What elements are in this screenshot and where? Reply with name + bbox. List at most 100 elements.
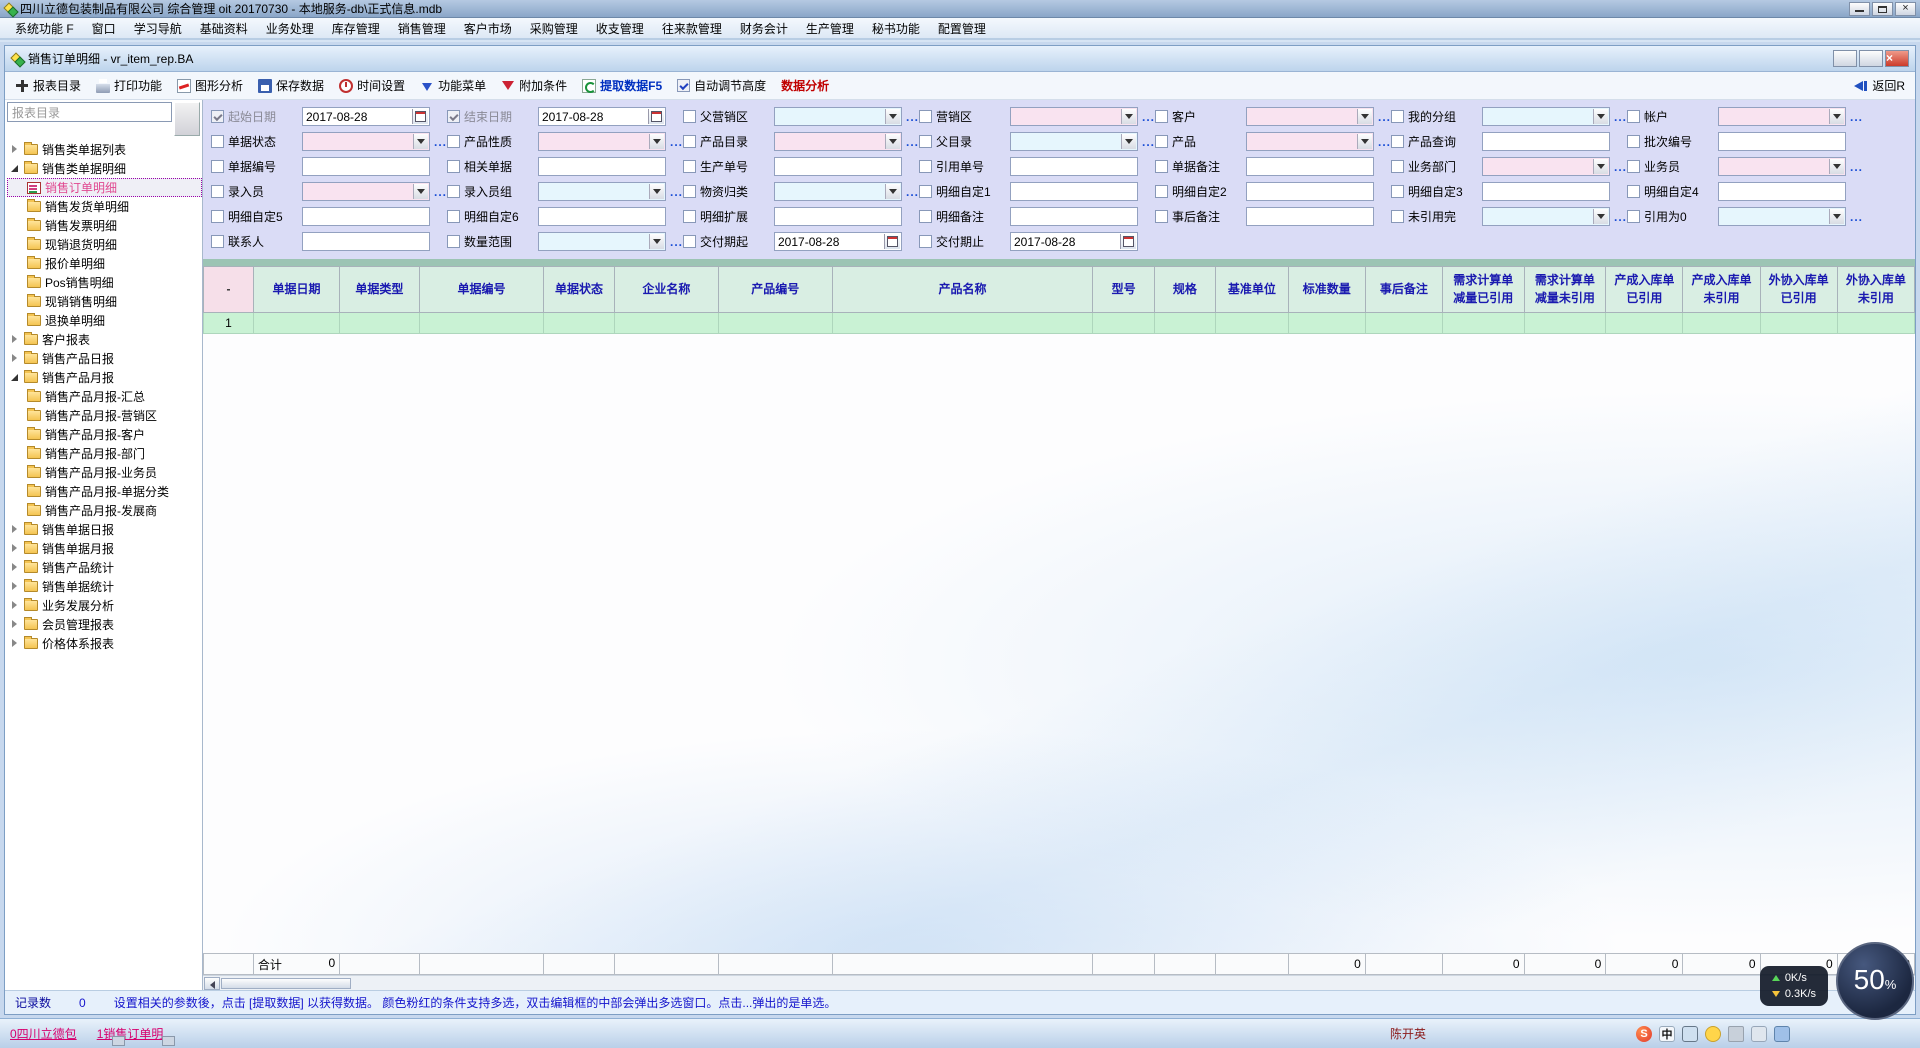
checkbox-生产单号[interactable] [683, 160, 696, 173]
filter-field-单据备注[interactable] [1246, 157, 1374, 176]
ime-tray-icon[interactable]: 中 [1659, 1026, 1675, 1042]
tree-item-17[interactable]: 销售产品月报-业务员 [7, 463, 202, 482]
dropdown-arrow-icon[interactable] [1593, 209, 1608, 224]
more-button[interactable]: ... [1614, 210, 1627, 224]
dropdown-arrow-icon[interactable] [885, 184, 900, 199]
checkbox-引用单号[interactable] [919, 160, 932, 173]
network-tray-icon[interactable] [1682, 1026, 1698, 1042]
filter-field-父目录[interactable] [1010, 132, 1138, 151]
network-speed-widget[interactable]: 0K/s 0.3K/s [1760, 966, 1828, 1006]
dropdown-arrow-icon[interactable] [649, 184, 664, 199]
checkbox-父营销区[interactable] [683, 110, 696, 123]
filter-field-联系人[interactable] [302, 232, 430, 251]
table-row[interactable]: 1 [204, 313, 1915, 334]
filter-field-录入员[interactable] [302, 182, 430, 201]
tree-item-16[interactable]: 销售产品月报-部门 [7, 444, 202, 463]
filter-field-单据编号[interactable] [302, 157, 430, 176]
checkbox-未引用完[interactable] [1391, 210, 1404, 223]
back-button[interactable]: 返回R [1854, 77, 1905, 94]
filter-field-明细自定2[interactable] [1246, 182, 1374, 201]
column-header[interactable]: 规格 [1154, 267, 1215, 313]
tree-item-7[interactable]: Pos销售明细 [7, 273, 202, 292]
column-header[interactable]: 单据类型 [340, 267, 419, 313]
checkbox-业务部门[interactable] [1391, 160, 1404, 173]
horizontal-scrollbar[interactable] [203, 975, 1915, 990]
calendar-icon[interactable] [1120, 234, 1136, 249]
checkbox-产品查询[interactable] [1391, 135, 1404, 148]
monitor-tray-icon[interactable] [1774, 1026, 1790, 1042]
more-button[interactable]: ... [434, 135, 447, 149]
filter-field-营销区[interactable] [1010, 107, 1138, 126]
tree-item-14[interactable]: 销售产品月报-营销区 [7, 406, 202, 425]
more-button[interactable]: ... [906, 185, 919, 199]
checkbox-联系人[interactable] [211, 235, 224, 248]
filter-field-业务部门[interactable] [1482, 157, 1610, 176]
dropdown-arrow-icon[interactable] [1593, 109, 1608, 124]
checkbox-明细自定1[interactable] [919, 185, 932, 198]
checkbox-批次编号[interactable] [1627, 135, 1640, 148]
menu-item-7[interactable]: 客户市场 [455, 18, 521, 39]
tree-item-21[interactable]: 销售单据月报 [7, 539, 202, 558]
checkbox-引用为0[interactable] [1627, 210, 1640, 223]
data-analysis-button[interactable]: 数据分析 [781, 77, 829, 94]
filter-field-物资归类[interactable] [774, 182, 902, 201]
more-button[interactable]: ... [1378, 110, 1391, 124]
filter-field-产品[interactable] [1246, 132, 1374, 151]
column-header[interactable]: 需求计算单 减量未引用 [1524, 267, 1606, 313]
filter-field-产品查询[interactable] [1482, 132, 1610, 151]
filter-field-引用为0[interactable] [1718, 207, 1846, 226]
checkbox-明细自定3[interactable] [1391, 185, 1404, 198]
tree-item-0[interactable]: 销售类单据列表 [7, 140, 202, 159]
column-header[interactable]: 标准数量 [1288, 267, 1365, 313]
toolbar-catalog-button[interactable]: 报表目录 [15, 77, 81, 94]
checkbox-起始日期[interactable] [211, 110, 224, 123]
filter-field-未引用完[interactable] [1482, 207, 1610, 226]
column-header[interactable]: 产成入库单 已引用 [1606, 267, 1683, 313]
expand-icon[interactable] [11, 601, 20, 610]
filter-field-帐户[interactable] [1718, 107, 1846, 126]
filter-field-业务员[interactable] [1718, 157, 1846, 176]
keyboard-tray-icon[interactable] [1751, 1026, 1767, 1042]
auto-height-checkbox[interactable] [677, 79, 690, 92]
tree-item-19[interactable]: 销售产品月报-发展商 [7, 501, 202, 520]
calendar-icon[interactable] [648, 109, 664, 124]
expand-icon[interactable] [11, 620, 20, 629]
filter-field-父营销区[interactable] [774, 107, 902, 126]
filter-field-明细自定6[interactable] [538, 207, 666, 226]
tree-item-4[interactable]: 销售发票明细 [7, 216, 202, 235]
checkbox-录入员组[interactable] [447, 185, 460, 198]
memory-ball[interactable]: 50 % [1836, 942, 1914, 1020]
more-button[interactable]: ... [906, 110, 919, 124]
close-button[interactable]: × [1895, 2, 1916, 16]
filter-field-生产单号[interactable] [774, 157, 902, 176]
column-header[interactable]: 基准单位 [1216, 267, 1289, 313]
expand-icon[interactable] [11, 525, 20, 534]
maximize-button[interactable] [1872, 2, 1893, 16]
menu-item-8[interactable]: 采购管理 [521, 18, 587, 39]
checkbox-结束日期[interactable] [447, 110, 460, 123]
checkbox-产品[interactable] [1155, 135, 1168, 148]
filter-field-批次编号[interactable] [1718, 132, 1846, 151]
filter-field-结束日期[interactable]: 2017-08-28 [538, 107, 666, 126]
filter-field-明细自定4[interactable] [1718, 182, 1846, 201]
tree-item-2[interactable]: 销售订单明细 [7, 178, 202, 197]
tree-item-25[interactable]: 会员管理报表 [7, 615, 202, 634]
toolbar-chart-button[interactable]: 图形分析 [177, 77, 243, 94]
column-header[interactable]: 企业名称 [614, 267, 718, 313]
menu-item-12[interactable]: 生产管理 [797, 18, 863, 39]
filter-field-数量范围[interactable] [538, 232, 666, 251]
checkbox-产品性质[interactable] [447, 135, 460, 148]
column-header[interactable]: 事后备注 [1365, 267, 1442, 313]
menu-item-10[interactable]: 往来款管理 [653, 18, 731, 39]
tree-item-26[interactable]: 价格体系报表 [7, 634, 202, 653]
checkbox-单据编号[interactable] [211, 160, 224, 173]
toolbar-menu-button[interactable]: 功能菜单 [420, 77, 486, 94]
checkbox-明细自定5[interactable] [211, 210, 224, 223]
mic-tray-icon[interactable] [1728, 1026, 1744, 1042]
filter-field-明细扩展[interactable] [774, 207, 902, 226]
filter-field-明细自定3[interactable] [1482, 182, 1610, 201]
collapse-icon[interactable] [11, 164, 20, 173]
scroll-left-icon[interactable] [204, 977, 220, 990]
more-button[interactable]: ... [670, 235, 683, 249]
taskbar-mini-window-icon[interactable] [162, 1036, 175, 1046]
